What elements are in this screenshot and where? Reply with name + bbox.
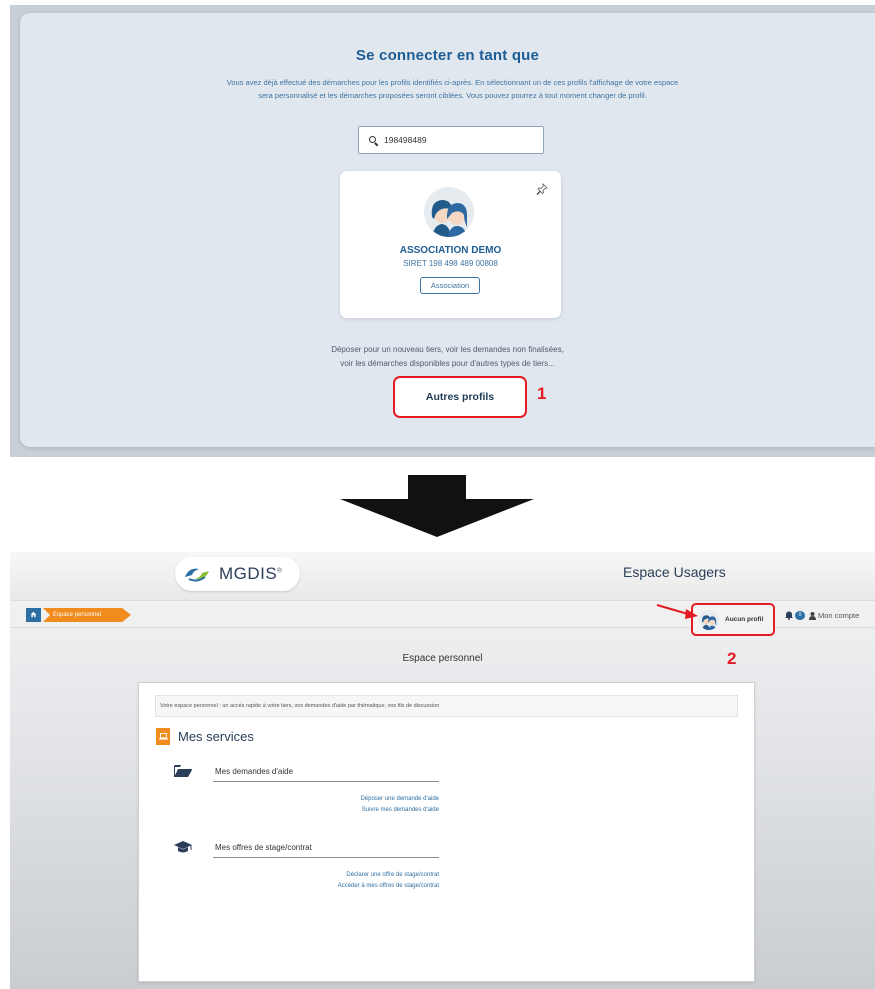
intro-line: Vous avez déjà effectué des démarches po… [226,78,679,87]
user-icon [809,611,816,620]
breadcrumb[interactable]: Espace personnel [43,608,131,622]
bell-icon [785,611,793,620]
pointer-arrow-icon [656,604,698,619]
services-card: Votre espace personnel : un accès rapide… [138,682,755,982]
profile-card[interactable]: ASSOCIATION DEMO SIRET 198 498 489 00808… [340,171,561,318]
service-label: Mes offres de stage/contrat [215,842,312,852]
association-avatar-icon [424,187,474,237]
account-label: Mon compte [818,611,860,620]
laptop-icon [156,728,170,745]
profile-selection-panel: Se connecter en tant que Vous avez déjà … [20,13,875,447]
app-title: Espace Usagers [623,564,726,580]
account-menu[interactable]: Mon compte [809,611,859,620]
service-row: Mes offres de stage/contrat [174,838,439,856]
access-offers-link[interactable]: Accéder à mes offres de stage/contrat [174,881,439,892]
services-title: Mes services [178,729,254,744]
portal-screenshot: MGDIS® Espace Usagers Espace personnel A… [10,552,875,989]
notifications-button[interactable]: 0 [785,611,805,620]
mgdis-logo[interactable]: MGDIS® [175,557,300,591]
down-arrow-icon [340,475,534,537]
service-aid-requests: Mes demandes d'aide Déposer une demande … [174,762,439,816]
home-icon[interactable] [26,608,41,622]
profile-type-badge: Association [420,277,480,294]
other-profiles-hint: Déposer pour un nouveau tiers, voir les … [20,343,875,371]
intro-text: Vous avez déjà effectué des démarches po… [140,76,765,102]
search-value: 198498489 [384,135,427,145]
search-input[interactable]: 198498489 [358,126,544,154]
other-profiles-button[interactable]: Autres profils [393,376,527,418]
profile-name: ASSOCIATION DEMO [399,245,502,256]
services-header: Mes services [156,728,254,745]
intro-banner: Votre espace personnel : un accès rapide… [155,695,738,717]
navigation-bar: Espace personnel Aucun profil 0 Mon comp… [10,600,875,636]
notification-count: 0 [795,611,805,620]
track-aid-requests-link[interactable]: Suivre mes demandes d'aide [174,805,439,816]
graduation-cap-icon [174,841,192,853]
logo-mark-icon [185,568,209,582]
login-screenshot: Se connecter en tant que Vous avez déjà … [10,5,875,457]
hint-line: Déposer pour un nouveau tiers, voir les … [331,345,564,354]
logo-text: MGDIS® [219,564,283,583]
folder-open-icon [174,765,192,777]
profile-avatar-icon [699,609,719,630]
intro-line: sera personnalisé et les démarches propo… [258,91,647,100]
profile-label: Aucun profil [725,616,764,623]
step-marker: 1 [537,384,547,403]
pin-icon[interactable] [536,183,548,195]
profile-selector-button[interactable]: Aucun profil [691,603,775,636]
divider [213,857,439,858]
header: MGDIS® Espace Usagers [10,552,875,600]
search-icon [369,135,378,145]
service-internship-offers: Mes offres de stage/contrat Déclarer une… [174,838,439,892]
submit-aid-request-link[interactable]: Déposer une demande d'aide [174,794,439,805]
service-row: Mes demandes d'aide [174,762,439,780]
hint-line: voir les démarches disponibles pour d'au… [340,359,555,368]
divider [213,781,439,782]
profile-siret: SIRET 198 498 489 00808 [403,259,498,268]
service-label: Mes demandes d'aide [215,766,294,776]
page-heading: Espace personnel [402,653,483,664]
declare-offer-link[interactable]: Déclarer une offre de stage/contrat [174,870,439,881]
page-title: Se connecter en tant que [355,47,540,64]
